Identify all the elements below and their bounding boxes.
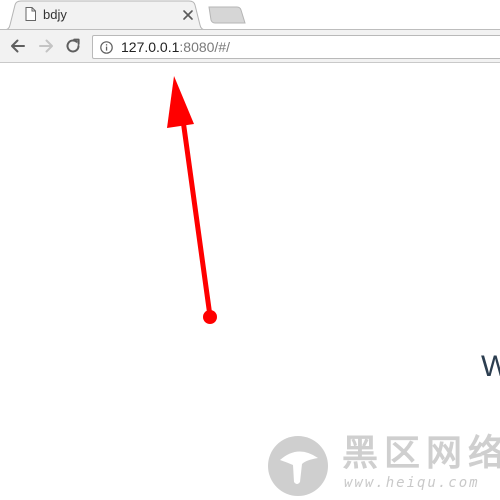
watermark: 黑区网络 www.heiqu.com: [262, 432, 500, 500]
watermark-logo-icon: [268, 436, 328, 496]
annotation-arrow: [167, 76, 217, 324]
browser-window: bdjy 127.0.0.1:8080/#/ W 黑区网络 www.heiqu.…: [0, 0, 500, 500]
annotation-arrow-shaft: [180, 117, 213, 319]
annotation-arrow-head: [167, 76, 194, 128]
annotation-arrow-dot: [203, 310, 217, 324]
watermark-text: 黑区网络: [342, 433, 500, 474]
watermark-url: www.heiqu.com: [344, 475, 480, 491]
